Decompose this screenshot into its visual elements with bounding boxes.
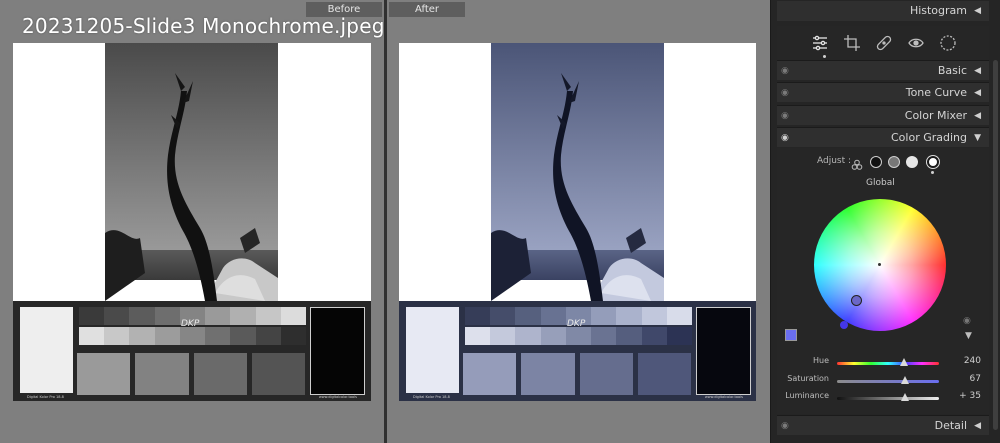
adjust-label: Adjust : [817, 156, 852, 166]
after-scene [491, 43, 664, 301]
white-patch [406, 307, 459, 393]
global-icon[interactable] [927, 156, 939, 168]
file-title: 20231205-Slide3 Monochrome.jpeg [22, 14, 385, 38]
color-wheel[interactable] [814, 199, 946, 331]
collapse-triangle-icon[interactable]: ◀ [974, 61, 981, 81]
wheel-center [878, 263, 881, 266]
expand-sliders-icon[interactable]: ▼ [965, 331, 972, 341]
highlights-icon[interactable] [906, 156, 918, 168]
visibility-eye-icon[interactable]: ◉ [781, 83, 789, 103]
wheel-handle[interactable] [851, 295, 862, 306]
active-tool-indicator [823, 55, 826, 58]
after-image[interactable]: DKP Digital Kolor Pro 18.8 www.digitalco… [399, 43, 756, 401]
hue-dot[interactable] [840, 321, 848, 329]
visibility-eye-icon[interactable]: ◉ [963, 316, 971, 326]
histogram-header[interactable]: Histogram ◀ [777, 1, 989, 21]
grey-big-row [463, 353, 691, 395]
hue-value[interactable]: 240 [964, 356, 981, 366]
color-swatch[interactable] [785, 329, 797, 341]
redeye-icon[interactable] [907, 34, 925, 52]
color-grading-body: Adjust : Global ◉ ▼ Hue 240 Saturation 6… [777, 148, 989, 414]
saturation-track[interactable] [837, 380, 939, 383]
edit-sliders-icon[interactable] [811, 34, 829, 52]
saturation-thumb[interactable] [901, 376, 910, 384]
before-color-chart: DKP Digital Kolor Pro 18.8 www.digitalco… [13, 301, 371, 401]
saturation-slider[interactable]: Saturation 67 [785, 374, 983, 388]
visibility-eye-icon[interactable]: ◉ [781, 61, 789, 81]
grey-big-row [77, 353, 305, 395]
dkp-mark: DKP [567, 319, 586, 329]
chart-brand-right: www.digitalcolor.tools [318, 395, 357, 399]
color-grading-label: Color Grading [891, 131, 967, 144]
basic-label: Basic [937, 64, 967, 77]
black-patch [696, 307, 751, 395]
color-grading-header[interactable]: ◉ Color Grading ▼ [777, 127, 989, 147]
compare-divider[interactable] [384, 0, 387, 443]
tone-curve-header[interactable]: ◉ Tone Curve ◀ [777, 82, 989, 102]
tone-curve-label: Tone Curve [905, 86, 967, 99]
midtones-icon[interactable] [888, 156, 900, 168]
visibility-eye-icon[interactable]: ◉ [781, 416, 789, 436]
white-patch [20, 307, 73, 393]
after-color-chart: DKP Digital Kolor Pro 18.8 www.digitalco… [399, 301, 756, 401]
shadows-icon[interactable] [870, 156, 882, 168]
compare-view: Before After 20231205-Slide3 Monochrome.… [0, 0, 770, 443]
collapse-triangle-icon[interactable]: ◀ [974, 1, 981, 21]
app-window: Before After 20231205-Slide3 Monochrome.… [0, 0, 1000, 443]
basic-header[interactable]: ◉ Basic ◀ [777, 60, 989, 80]
visibility-eye-icon[interactable]: ◉ [781, 106, 789, 126]
chart-brand-right: www.digitalcolor.tools [704, 395, 743, 399]
after-label: After [389, 2, 465, 17]
luminance-track[interactable] [837, 397, 939, 400]
grey-row-bottom [79, 327, 306, 345]
visibility-eye-icon[interactable]: ◉ [781, 128, 789, 148]
healing-icon[interactable] [875, 34, 893, 52]
three-way-icon[interactable] [851, 156, 863, 170]
collapse-triangle-icon[interactable]: ◀ [974, 416, 981, 436]
chart-brand-left: Digital Kolor Pro 18.8 [413, 395, 450, 399]
hue-slider[interactable]: Hue 240 [785, 356, 983, 370]
luminance-label: Luminance [785, 391, 829, 400]
tool-strip [777, 26, 989, 60]
histogram-label: Histogram [909, 4, 967, 17]
hue-track[interactable] [837, 362, 939, 365]
detail-label: Detail [934, 419, 967, 432]
saturation-label: Saturation [787, 374, 829, 383]
crop-icon[interactable] [843, 34, 861, 52]
luminance-slider[interactable]: Luminance + 35 [785, 391, 983, 405]
grey-row-bottom [465, 327, 692, 345]
luminance-value[interactable]: + 35 [959, 391, 981, 401]
collapse-triangle-icon[interactable]: ◀ [974, 106, 981, 126]
saturation-value[interactable]: 67 [970, 374, 981, 384]
black-patch [310, 307, 365, 395]
chart-brand-left: Digital Kolor Pro 18.8 [27, 395, 64, 399]
hue-thumb[interactable] [900, 358, 909, 366]
before-scene [105, 43, 278, 301]
panel-scrollbar[interactable] [993, 60, 998, 430]
color-mixer-header[interactable]: ◉ Color Mixer ◀ [777, 105, 989, 125]
detail-header[interactable]: ◉ Detail ◀ [777, 415, 989, 435]
expanded-triangle-icon[interactable]: ▼ [974, 128, 981, 148]
mode-label: Global [866, 178, 895, 188]
active-mode-indicator [931, 171, 934, 174]
mask-icon[interactable] [939, 34, 957, 52]
before-image[interactable]: DKP Digital Kolor Pro 18.8 www.digitalco… [13, 43, 371, 401]
dkp-mark: DKP [181, 319, 200, 329]
luminance-thumb[interactable] [901, 393, 910, 401]
color-mixer-label: Color Mixer [904, 109, 967, 122]
collapse-triangle-icon[interactable]: ◀ [974, 83, 981, 103]
hue-label: Hue [812, 356, 829, 365]
develop-panel: Histogram ◀ ◉ Basic ◀ ◉ Tone Curve ◀ ◉ C… [770, 0, 1000, 443]
